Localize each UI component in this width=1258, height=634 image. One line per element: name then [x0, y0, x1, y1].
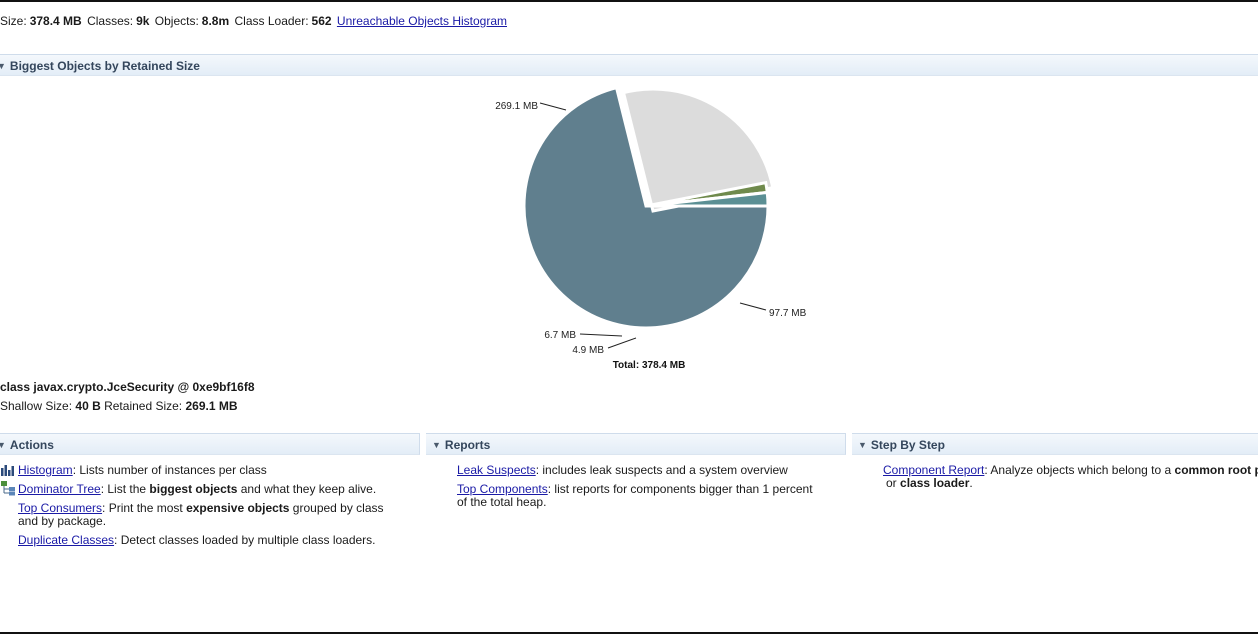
retained-size-label: Retained Size: — [104, 399, 183, 413]
dominator-tree-description-bold: biggest objects — [149, 482, 238, 496]
leak-suspects-link[interactable]: Leak Suspects — [457, 463, 536, 477]
action-top-consumers: Top Consumers: Print the most expensive … — [18, 502, 384, 528]
step-by-step-title: Step By Step — [870, 438, 945, 452]
component-report-description-line2-a: or — [886, 476, 901, 490]
histogram-description: : Lists number of instances per class — [72, 463, 267, 477]
pie-slice-label-1: 97.7 MB — [769, 308, 807, 319]
collapse-triangle-icon[interactable]: ▼ — [0, 434, 6, 456]
pie-slice-label-0: 269.1 MB — [495, 101, 538, 112]
duplicate-classes-link[interactable]: Duplicate Classes — [18, 533, 114, 547]
selected-object-name: class javax.crypto.JceSecurity @ 0xe9bf1… — [0, 380, 255, 394]
unreachable-objects-histogram-link[interactable]: Unreachable Objects Histogram — [337, 14, 507, 28]
pie-leader-line-3 — [579, 333, 623, 337]
retained-size-value: 269.1 MB — [185, 399, 238, 413]
objects-value: 8.8m — [201, 14, 230, 28]
duplicate-classes-description: : Detect classes loaded by multiple clas… — [114, 533, 376, 547]
pie-chart-svg: 269.1 MB 97.7 MB 4.9 MB 6.7 MB Total: 378.4 … — [495, 85, 807, 371]
dominator-tree-description-a: : List the — [100, 482, 150, 496]
actions-title: Actions — [9, 438, 54, 452]
dominator-tree-link[interactable]: Dominator Tree — [18, 482, 101, 496]
shallow-size-value: 40 B — [75, 399, 101, 413]
action-duplicate-classes: Duplicate Classes: Detect classes loaded… — [18, 534, 376, 547]
dominator-tree-icon — [1, 481, 16, 499]
top-consumers-description-bold: expensive objects — [186, 501, 290, 515]
classes-value: 9k — [136, 14, 150, 28]
reports-section-header[interactable]: ▼ Reports — [426, 433, 846, 455]
component-report-description-bold: common root p — [1174, 463, 1258, 477]
dominator-tree-description-b: and what they keep alive. — [237, 482, 377, 496]
leak-suspects-description: : includes leak suspects and a system ov… — [535, 463, 788, 477]
action-dominator-tree: Dominator Tree: List the biggest objects… — [18, 483, 376, 496]
histogram-icon — [1, 464, 14, 479]
top-components-link[interactable]: Top Components — [457, 482, 548, 496]
collapse-triangle-icon[interactable]: ▼ — [858, 434, 867, 456]
top-consumers-description-line2: and by package. — [18, 514, 107, 528]
pie-leader-line-0 — [539, 102, 567, 111]
classes-label: Classes: — [87, 14, 134, 28]
step-component-report: Component Report: Analyze objects which … — [883, 464, 1258, 490]
component-report-description-line2-bold: class loader — [900, 476, 970, 490]
top-consumers-link[interactable]: Top Consumers — [18, 501, 102, 515]
size-value: 378.4 MB — [29, 14, 82, 28]
pie-leader-line-1 — [739, 302, 767, 311]
size-label: Size: — [0, 14, 27, 28]
step-by-step-section-header[interactable]: ▼ Step By Step — [852, 433, 1258, 455]
report-top-components: Top Components: list reports for compone… — [457, 483, 813, 509]
report-leak-suspects: Leak Suspects: includes leak suspects an… — [457, 464, 788, 477]
biggest-objects-section-header[interactable]: ▼ Biggest Objects by Retained Size — [0, 54, 1258, 76]
heap-summary: Size: 378.4 MB Classes: 9k Objects: 8.8m Cl… — [0, 14, 507, 28]
class-loader-label: Class Loader: — [234, 14, 309, 28]
component-report-link[interactable]: Component Report — [883, 463, 984, 477]
top-consumers-description-b: grouped by class — [289, 501, 384, 515]
top-components-description-line2: of the total heap. — [457, 495, 547, 509]
actions-section-header[interactable]: ▼ Actions — [0, 433, 420, 455]
action-histogram: Histogram: Lists number of instances per… — [18, 464, 267, 477]
window-top-border — [0, 0, 1258, 2]
pie-slice-label-3: 6.7 MB — [544, 330, 576, 341]
component-report-description-a: : Analyze objects which belong to a — [984, 463, 1175, 477]
selected-object-class: class javax.crypto.JceSecurity @ 0xe9bf1… — [0, 380, 255, 394]
histogram-link[interactable]: Histogram — [18, 463, 73, 477]
reports-title: Reports — [444, 438, 491, 452]
shallow-size-label: Shallow Size: — [0, 399, 73, 413]
objects-label: Objects: — [154, 14, 199, 28]
pie-slice-label-2: 4.9 MB — [572, 345, 604, 356]
collapse-triangle-icon[interactable]: ▼ — [0, 55, 6, 77]
biggest-objects-pie-chart: 269.1 MB 97.7 MB 4.9 MB 6.7 MB Total: 378.4 … — [0, 78, 1258, 378]
component-report-description-line2-b: . — [969, 476, 973, 490]
collapse-triangle-icon[interactable]: ▼ — [432, 434, 441, 456]
selected-object-sizes: Shallow Size: 40 B Retained Size: 269.1 … — [0, 399, 238, 413]
biggest-objects-title: Biggest Objects by Retained Size — [9, 59, 200, 73]
top-consumers-description-a: : Print the most — [102, 501, 187, 515]
top-components-description: : list reports for components bigger tha… — [547, 482, 813, 496]
pie-leader-line-2 — [607, 337, 637, 349]
class-loader-value: 562 — [311, 14, 332, 28]
pie-total-label: Total: 378.4 MB — [613, 360, 686, 371]
